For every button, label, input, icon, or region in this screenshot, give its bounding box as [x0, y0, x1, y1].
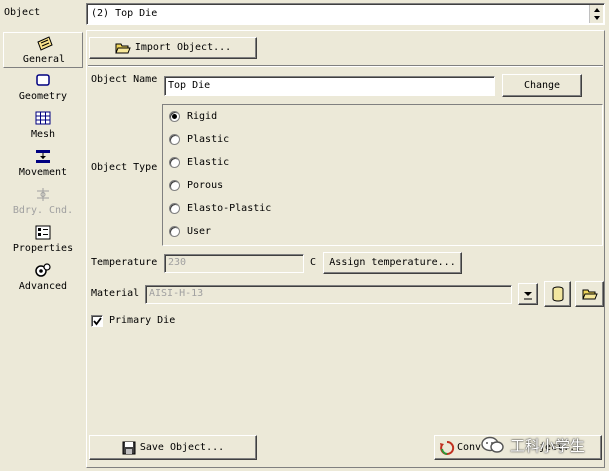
radio-button[interactable]	[169, 111, 180, 122]
object-select-value: (2) Top Die	[91, 8, 158, 19]
sidebar-item-label: Movement	[18, 167, 68, 178]
sidebar-item-label: Advanced	[18, 281, 68, 292]
assign-temperature-label: Assign temperature...	[329, 257, 456, 268]
temperature-value: 230	[168, 257, 187, 268]
sidebar-item-properties[interactable]: Properties	[2, 224, 84, 260]
material-input[interactable]: AISI-H-13	[145, 285, 512, 304]
wechat-icon	[481, 436, 504, 453]
object-name-value: Top Die	[168, 80, 211, 91]
primary-die-checkbox[interactable]: Primary Die	[91, 314, 201, 328]
import-object-label: Import Object...	[134, 42, 232, 53]
convert-icon	[440, 440, 455, 455]
material-dropdown-button[interactable]	[518, 283, 538, 305]
radio-label: Porous	[187, 180, 224, 191]
radio-label: User	[187, 226, 212, 237]
sidebar-item-boundary-condition: Bdry. Cnd.	[2, 186, 84, 222]
radio-label: Elastic	[187, 157, 230, 168]
sidebar-item-label: General	[22, 54, 66, 65]
watermark-text: 工科小学生	[510, 436, 586, 455]
properties-icon	[35, 225, 51, 240]
radio-button[interactable]	[169, 203, 180, 214]
temperature-unit: C	[310, 257, 317, 268]
geometry-icon	[36, 74, 50, 86]
temperature-label: Temperature	[91, 257, 158, 268]
watermark: 工科小学生	[480, 431, 606, 459]
radio-button[interactable]	[169, 134, 180, 145]
floppy-disk-icon	[122, 441, 136, 454]
general-icon	[37, 36, 53, 51]
object-type-label: Object Type	[91, 162, 158, 173]
radio-button[interactable]	[169, 157, 180, 168]
radio-porous[interactable]: Porous	[169, 179, 289, 193]
object-label: Object	[4, 7, 41, 18]
object-select-spinner[interactable]	[589, 5, 603, 23]
database-icon	[552, 286, 563, 302]
divider	[88, 65, 603, 67]
radio-label: Elasto-Plastic	[187, 203, 272, 214]
checkmark-icon	[93, 317, 102, 326]
spin-arrows-icon	[594, 8, 600, 20]
sidebar-item-label: Properties	[12, 243, 74, 254]
assign-temperature-button[interactable]: Assign temperature...	[323, 252, 462, 274]
change-button[interactable]: Change	[502, 74, 582, 97]
chevron-down-icon	[524, 292, 532, 300]
radio-button[interactable]	[169, 226, 180, 237]
mesh-icon	[35, 111, 51, 125]
radio-rigid[interactable]: Rigid	[169, 110, 289, 124]
radio-button[interactable]	[169, 180, 180, 191]
sidebar: General Geometry Mesh Movement Bdry. Cnd…	[2, 30, 84, 470]
radio-plastic[interactable]: Plastic	[169, 133, 289, 147]
radio-label: Rigid	[187, 111, 218, 122]
material-label: Material	[91, 288, 140, 299]
sidebar-item-mesh[interactable]: Mesh	[2, 110, 84, 146]
radio-elasto-plastic[interactable]: Elasto-Plastic	[169, 202, 309, 216]
movement-icon	[36, 150, 50, 163]
object-name-label: Object Name	[91, 74, 158, 85]
radio-elastic[interactable]: Elastic	[169, 156, 289, 170]
material-open-button[interactable]	[575, 281, 604, 307]
folder-open-icon	[115, 43, 131, 54]
folder-open-icon	[581, 289, 598, 300]
sidebar-item-geometry[interactable]: Geometry	[2, 72, 84, 108]
object-name-input[interactable]: Top Die	[164, 76, 495, 96]
boundary-condition-icon	[37, 188, 49, 201]
sidebar-item-label: Bdry. Cnd.	[12, 205, 74, 216]
radio-label: Plastic	[187, 134, 230, 145]
checkbox-box[interactable]	[91, 315, 103, 327]
sidebar-item-label: Mesh	[30, 129, 56, 140]
sidebar-item-general[interactable]: General	[3, 32, 83, 68]
material-library-button[interactable]	[544, 281, 571, 307]
radio-user[interactable]: User	[169, 225, 289, 239]
import-object-button[interactable]: Import Object...	[89, 37, 257, 59]
material-value: AISI-H-13	[149, 288, 204, 299]
advanced-icon	[35, 263, 51, 277]
primary-die-label: Primary Die	[109, 315, 176, 326]
convert-object-label: Conv	[457, 442, 482, 453]
save-object-button[interactable]: Save Object...	[89, 435, 257, 460]
object-select[interactable]: (2) Top Die	[86, 3, 605, 25]
sidebar-item-label: Geometry	[18, 91, 68, 102]
sidebar-item-advanced[interactable]: Advanced	[2, 262, 84, 298]
sidebar-item-movement[interactable]: Movement	[2, 148, 84, 184]
temperature-input[interactable]: 230	[164, 254, 304, 273]
change-label: Change	[523, 79, 561, 91]
save-object-label: Save Object...	[139, 441, 225, 453]
